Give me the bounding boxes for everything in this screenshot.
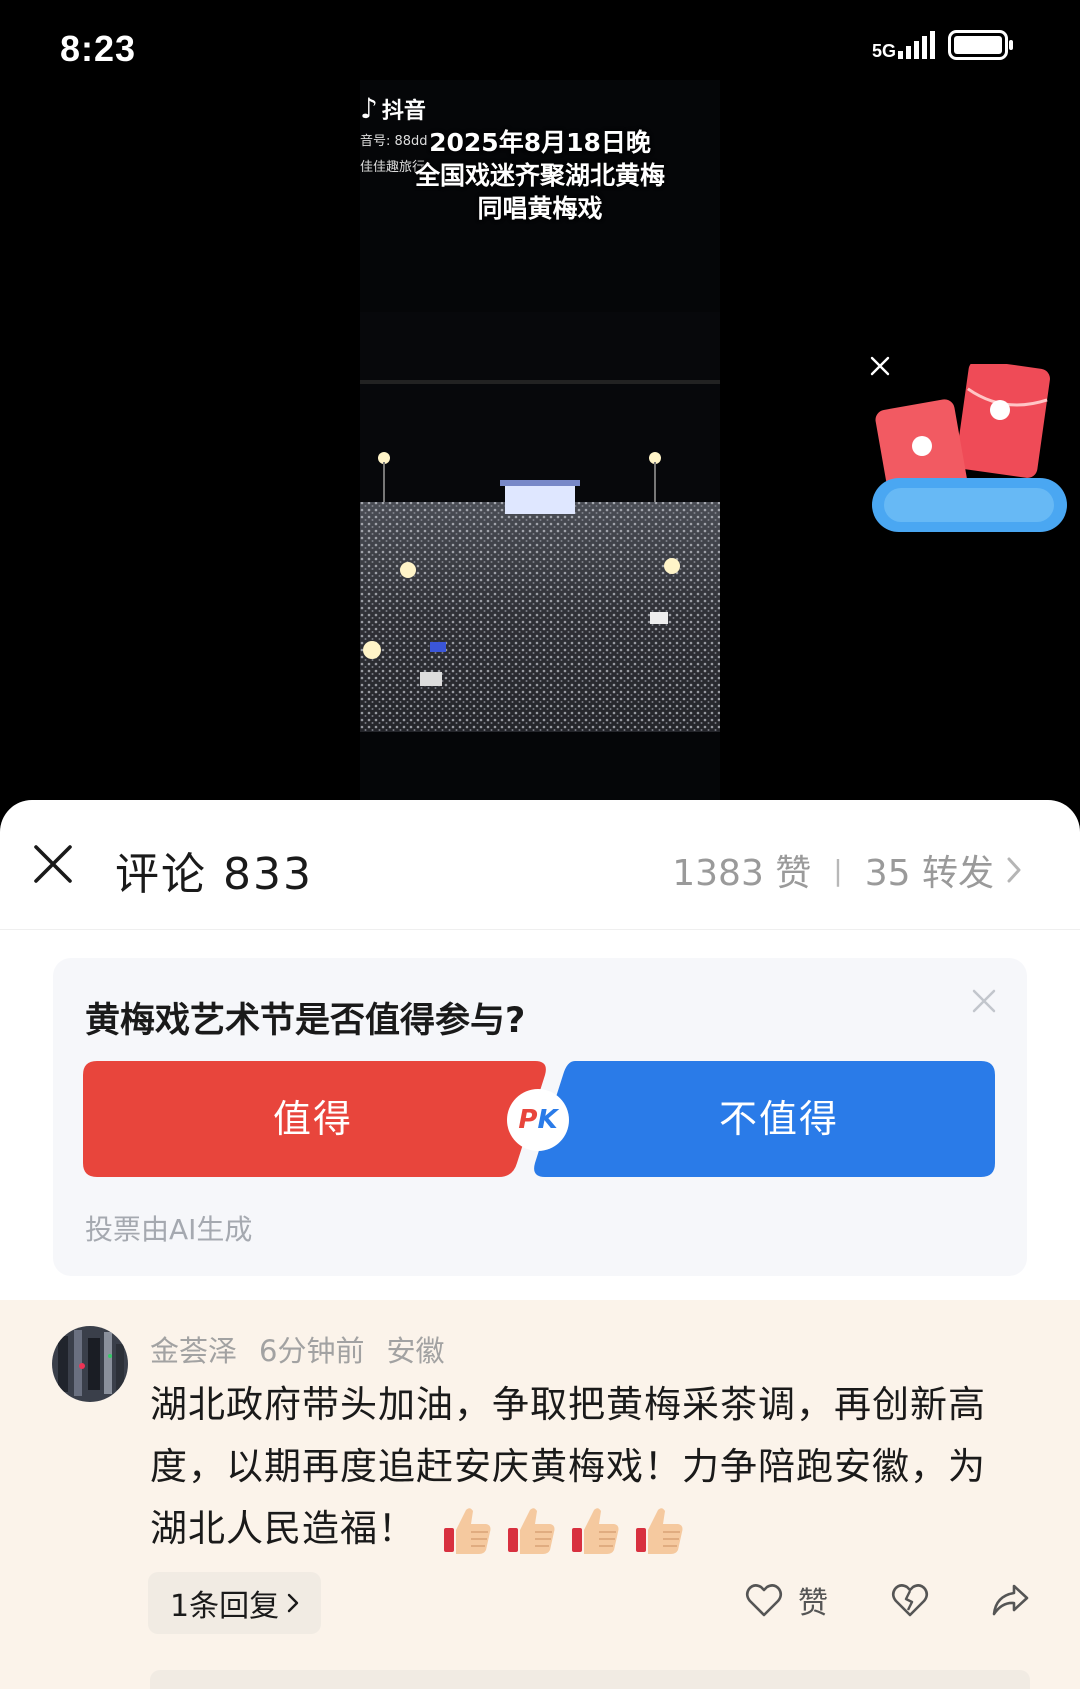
like-button[interactable]: 赞 [744,1578,828,1622]
heart-icon [745,1584,783,1617]
next-comment-preview [150,1670,1030,1689]
comments-sheet: 评论 833 1383 赞 | 35 转发 黄梅戏艺术节是否值得参与? 值得 不… [0,800,1080,1689]
battery-icon [948,30,1013,60]
view-replies-button[interactable]: 1条回复 [148,1572,322,1634]
poll-option-no[interactable]: 不值得 [563,1061,995,1177]
video-caption: 2025年8月18日晚 全国戏迷齐聚湖北黄梅 同唱黄梅戏 [360,126,720,225]
pk-badge: PK [507,1089,569,1151]
poll-options: 值得 不值得 PK [83,1061,995,1177]
signal-group: 5G [871,31,936,61]
stats-separator: | [833,853,843,887]
signal-icon [898,31,935,59]
post-stats[interactable]: 1383 赞 | 35 转发 [672,844,1022,896]
shares-count: 35 转发 [864,853,994,894]
caption-line: 全国戏迷齐聚湖北黄梅 [414,161,665,190]
status-indicators: 5G [872,30,1014,60]
comment-time: 6分钟前 [259,1334,365,1368]
avatar[interactable] [52,1326,128,1402]
comment-author[interactable]: 金荟泽 [150,1328,237,1370]
thumbs-up-icon [572,1507,619,1554]
network-type-label: 5G [871,41,896,61]
comment-actions: 赞 [744,1578,1030,1622]
pk-badge-k: K [537,1105,558,1135]
status-time: 8:23 [60,28,137,69]
comments-title: 评论 833 [115,849,313,900]
comment-body: 湖北政府带头加油，争取把黄梅采茶调，再创新高度，以期再度追赶安庆黄梅戏！力争陪跑… [150,1374,1010,1560]
thumbs-up-icon [508,1507,555,1554]
poll-card: 黄梅戏艺术节是否值得参与? 值得 不值得 PK 投票由AI生成 [53,958,1027,1276]
caption-line: 同唱黄梅戏 [477,194,603,223]
share-icon[interactable] [990,1580,1030,1620]
tiktok-logo-label: 抖音 [381,98,426,124]
poll-option-yes[interactable]: 值得 [83,1061,543,1177]
chevron-right-icon [287,1593,299,1613]
comment-location: 安徽 [386,1334,445,1368]
tiktok-logo: ♪ 抖音 [360,92,426,125]
close-icon[interactable] [971,988,997,1014]
view-replies-label: 1条回复 [170,1589,280,1624]
thumbs-up-icon [444,1507,491,1554]
comment-item: 金荟泽 6分钟前 安徽 湖北政府带头加油，争取把黄梅采茶调，再创新高度，以期再度… [0,1300,1080,1689]
thumbs-up-icon [636,1507,683,1554]
caption-line: 2025年8月18日晚 [429,128,651,157]
poll-question: 黄梅戏艺术节是否值得参与? [85,1001,526,1041]
comment-meta: 金荟泽 6分钟前 安徽 [150,1328,444,1370]
chevron-right-icon [1007,857,1021,883]
red-packet-icon[interactable] [872,364,1067,534]
music-note-icon: ♪ [360,92,378,125]
like-label: 赞 [798,1586,828,1621]
poll-note: 投票由AI生成 [85,1213,253,1246]
close-icon[interactable] [30,841,76,887]
video-player[interactable]: ♪ 抖音 音号: 88dd 佳佳趣旅行 2025年8月18日晚 全国戏迷齐聚湖北… [360,80,720,800]
broken-heart-icon[interactable] [890,1580,930,1620]
likes-count: 1383 赞 [672,853,812,894]
pk-badge-p: P [518,1105,538,1135]
comments-header: 评论 833 1383 赞 | 35 转发 [0,800,1080,930]
video-frame [360,312,720,732]
emoji-group [440,1504,686,1558]
